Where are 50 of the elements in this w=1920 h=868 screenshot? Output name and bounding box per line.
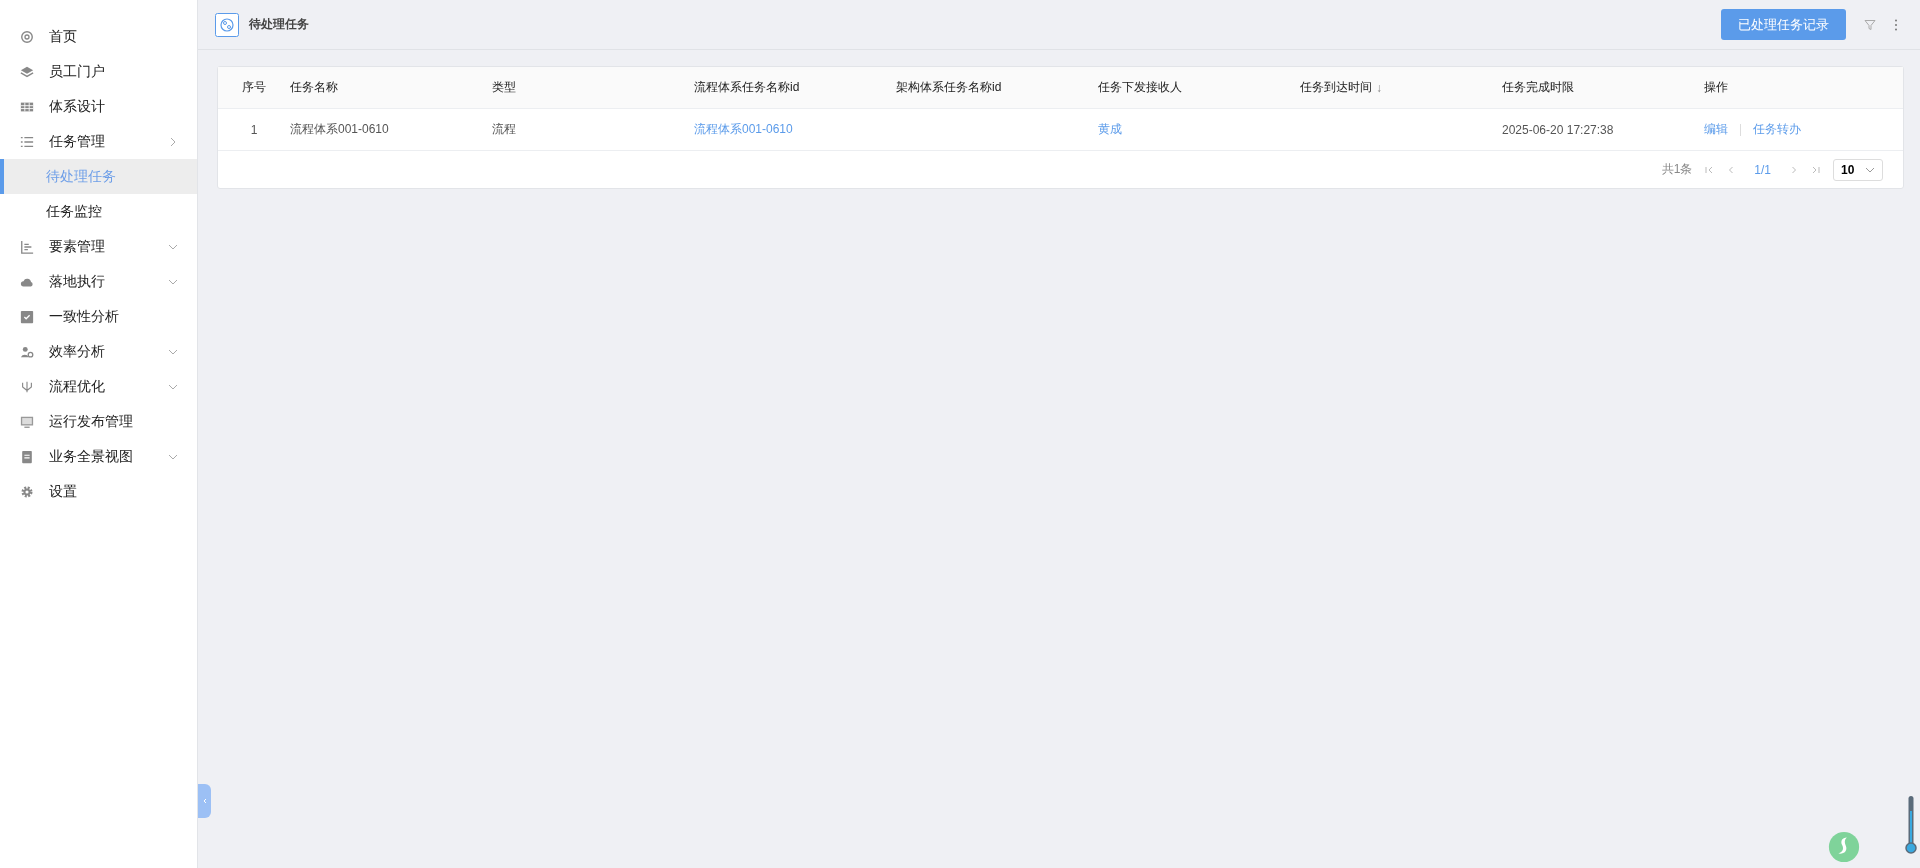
sidebar-item[interactable]: 要素管理 (0, 229, 197, 264)
layers-icon (20, 64, 34, 79)
sidebar-item[interactable]: 首页 (0, 19, 197, 54)
table-cell: 流程 (492, 121, 516, 138)
next-page-icon[interactable] (1789, 164, 1799, 175)
sidebar-item[interactable]: 一致性分析 (0, 299, 197, 334)
sidebar-subitem[interactable]: 任务监控 (0, 194, 197, 229)
settings-icon (20, 484, 34, 499)
column-header: 任务下发接收人 (1098, 79, 1182, 96)
column-header: 任务完成时限 (1502, 79, 1574, 96)
sort-icon[interactable]: ↓ (1376, 80, 1382, 95)
page-size-select[interactable]: 10 (1833, 158, 1883, 181)
sidebar-item[interactable]: 体系设计 (0, 89, 197, 124)
table-cell: 流程体系001-0610 (290, 121, 389, 138)
flow-icon (20, 379, 34, 394)
total-count: 共1条 (1661, 161, 1693, 178)
bar-chart-icon (20, 239, 34, 254)
task-icon (215, 12, 239, 37)
page-indicator: 1/1 (1754, 162, 1771, 177)
sidebar-item[interactable]: 运行发布管理 (0, 404, 197, 439)
assistant-logo-icon[interactable] (1827, 830, 1861, 864)
thermometer-icon (1905, 795, 1917, 855)
user-gear-icon (20, 344, 34, 359)
at-icon (20, 29, 34, 44)
column-header: 序号 (242, 79, 266, 96)
checkbox-icon (20, 309, 34, 324)
collapse-sidebar-button[interactable] (198, 784, 211, 818)
sidebar-item[interactable]: 效率分析 (0, 334, 197, 369)
sidebar-item[interactable]: 流程优化 (0, 369, 197, 404)
sidebar-item[interactable]: 业务全景视图 (0, 439, 197, 474)
column-header: 任务名称 (290, 79, 338, 96)
last-page-icon[interactable] (1811, 164, 1821, 175)
document-icon (20, 449, 34, 464)
table-cell: 2025-06-20 17:27:38 (1502, 122, 1614, 137)
monitor-icon (20, 414, 34, 429)
sidebar-item[interactable]: 员工门户 (0, 54, 197, 89)
first-page-icon[interactable] (1704, 164, 1715, 175)
column-header: 架构体系任务名称id (896, 79, 1002, 96)
table-cell: 1 (250, 122, 258, 137)
filter-icon[interactable] (1864, 18, 1876, 31)
sidebar-item[interactable]: 任务管理 (0, 124, 197, 159)
column-header: 类型 (492, 79, 516, 96)
sidebar-item[interactable]: 落地执行 (0, 264, 197, 299)
column-header: 任务到达时间 (1300, 79, 1372, 96)
page-title: 待处理任务 (249, 16, 309, 33)
sidebar-item[interactable]: 设置 (0, 474, 197, 509)
column-header: 操作 (1704, 79, 1728, 96)
column-header: 流程体系任务名称id (694, 79, 800, 96)
list-icon (20, 134, 34, 149)
more-icon[interactable] (1894, 18, 1898, 31)
